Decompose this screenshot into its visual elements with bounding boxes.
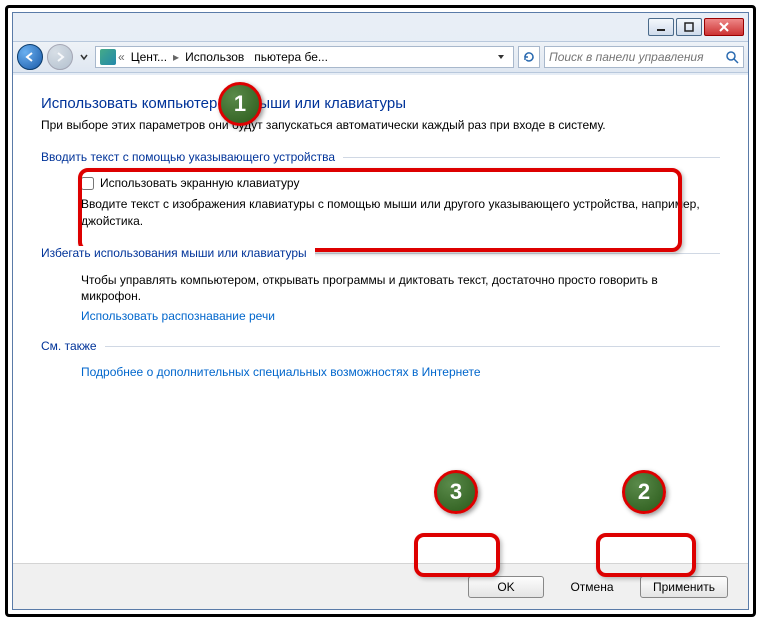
dialog-footer: OK Отмена Применить	[13, 563, 748, 609]
refresh-button[interactable]	[518, 46, 540, 68]
group-legend: Вводить текст с помощью указывающего уст…	[41, 150, 720, 164]
page-title: Использовать компьютер без мыши или клав…	[41, 95, 720, 112]
group-legend: Избегать использования мыши или клавиату…	[41, 246, 720, 260]
search-box[interactable]	[544, 46, 744, 68]
on-screen-keyboard-checkbox[interactable]: Использовать экранную клавиатуру	[81, 176, 700, 190]
chevron-right-icon: ▸	[173, 50, 179, 64]
chevron-left-icon: «	[118, 50, 125, 64]
apply-button[interactable]: Применить	[640, 576, 728, 598]
maximize-button[interactable]	[676, 18, 702, 36]
help-text: Чтобы управлять компьютером, открывать п…	[81, 272, 700, 306]
nav-history-dropdown[interactable]	[77, 47, 91, 67]
breadcrumb[interactable]: « Цент... ▸ Использов пьютера бе...	[95, 46, 514, 68]
forward-button[interactable]	[47, 44, 73, 70]
control-panel-window: « Цент... ▸ Использов пьютера бе... Испо…	[12, 12, 749, 610]
titlebar	[13, 13, 748, 41]
back-button[interactable]	[17, 44, 43, 70]
checkbox-label: Использовать экранную клавиатуру	[100, 176, 299, 190]
speech-recognition-link[interactable]: Использовать распознавание речи	[81, 309, 700, 323]
group-see-also: См. также Подробнее о дополнительных спе…	[41, 339, 720, 379]
help-text: Вводите текст с изображения клавиатуры с…	[81, 196, 700, 230]
search-icon	[725, 50, 739, 64]
ok-button[interactable]: OK	[468, 576, 544, 598]
cancel-button[interactable]: Отмена	[554, 576, 630, 598]
page-subtitle: При выборе этих параметров они будут зап…	[41, 118, 720, 132]
group-pointing-device: Вводить текст с помощью указывающего уст…	[41, 150, 720, 230]
checkbox-input[interactable]	[81, 177, 94, 190]
search-input[interactable]	[549, 50, 725, 64]
breadcrumb-item[interactable]: Цент...	[127, 50, 171, 64]
content-area: Использовать компьютер без мыши или клав…	[13, 75, 748, 563]
breadcrumb-item[interactable]: Использов	[181, 50, 248, 64]
breadcrumb-dropdown[interactable]	[493, 53, 509, 61]
group-legend: См. также	[41, 339, 720, 353]
control-panel-icon	[100, 49, 116, 65]
navbar: « Цент... ▸ Использов пьютера бе...	[13, 41, 748, 73]
breadcrumb-item[interactable]: пьютера бе...	[250, 50, 332, 64]
close-button[interactable]	[704, 18, 744, 36]
minimize-button[interactable]	[648, 18, 674, 36]
group-avoid-mouse: Избегать использования мыши или клавиату…	[41, 246, 720, 324]
more-accessibility-link[interactable]: Подробнее о дополнительных специальных в…	[81, 365, 700, 379]
